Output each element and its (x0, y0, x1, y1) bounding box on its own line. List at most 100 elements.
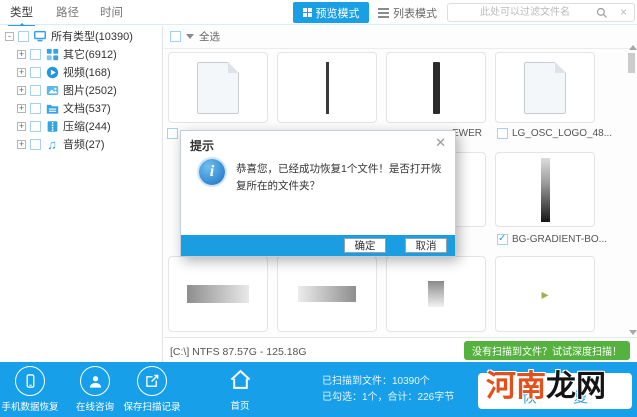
app-window: 类型 路径 时间 预览模式 列表模式 × - 所有类型(103 (0, 0, 637, 417)
checkbox[interactable] (30, 138, 41, 150)
selected-count: 已勾选：1个，合计：226字节 (322, 392, 455, 403)
sidebar-item-others[interactable]: + 其它(6912) (17, 46, 117, 62)
phone-recovery-button[interactable]: 手机数据恢复 (0, 366, 62, 413)
ok-button[interactable]: 确定 (344, 238, 386, 253)
scanned-count: 已扫描到文件：10390个 (322, 376, 430, 387)
phone-icon (15, 366, 45, 396)
sidebar-item-label: 压缩(244) (63, 121, 111, 133)
sidebar-item-images[interactable]: + 图片(2502) (17, 82, 117, 98)
gradient-thumbnail (298, 286, 356, 302)
tab-time[interactable]: 时间 (100, 4, 123, 20)
cancel-button[interactable]: 取消 (405, 238, 447, 253)
music-note-icon: ♫ (47, 136, 57, 152)
file-card[interactable] (386, 256, 486, 332)
sidebar-item-audio[interactable]: + ♫ 音频(27) (17, 136, 105, 152)
online-support-label: 在线咨询 (75, 402, 114, 413)
sidebar-item-video[interactable]: + 视频(168) (17, 64, 111, 80)
divider (164, 48, 637, 49)
checkbox[interactable] (30, 66, 41, 78)
gradient-thumbnail (187, 285, 249, 303)
folder-icon (45, 102, 59, 115)
scrollbar-thumb[interactable] (628, 53, 635, 73)
file-card[interactable] (277, 256, 377, 332)
file-card[interactable] (495, 52, 595, 123)
list-mode-label: 列表模式 (393, 8, 437, 20)
thin-line-thumbnail (325, 61, 329, 114)
tab-path[interactable]: 路径 (56, 4, 79, 20)
arrow-thumbnail: ▸ (541, 286, 549, 302)
info-icon: i (199, 159, 225, 185)
checkbox[interactable] (30, 84, 41, 96)
file-card[interactable] (386, 52, 486, 123)
file-card[interactable] (277, 52, 377, 123)
clear-search-icon[interactable]: × (620, 5, 627, 19)
top-toolbar: 类型 路径 时间 预览模式 列表模式 × (0, 0, 637, 27)
list-view-icon (378, 8, 389, 18)
collapse-toggle[interactable]: - (5, 31, 14, 41)
expand-toggle[interactable]: + (17, 67, 26, 77)
computer-icon (33, 30, 47, 43)
status-bar: [C:\] NTFS 87.57G - 125.18G 没有扫描到文件？试试深度… (164, 337, 637, 362)
home-button[interactable]: 首页 (222, 369, 258, 412)
file-checkbox[interactable] (167, 128, 178, 139)
deep-scan-button[interactable]: 没有扫描到文件？试试深度扫描！ (464, 341, 630, 360)
save-scan-button[interactable]: 保存扫描记录 (120, 366, 184, 413)
sidebar-item-label: 所有类型(10390) (51, 31, 133, 43)
list-mode-button[interactable]: 列表模式 (378, 5, 437, 21)
checkbox[interactable] (30, 120, 41, 132)
file-card[interactable]: ▸ (495, 256, 595, 332)
expand-toggle[interactable]: + (17, 49, 26, 59)
image-icon (45, 84, 59, 97)
document-thumbnail (197, 61, 239, 114)
chevron-down-icon[interactable] (186, 34, 194, 39)
tab-type[interactable]: 类型 (8, 4, 35, 27)
file-checkbox-checked[interactable] (497, 233, 508, 245)
home-icon (230, 369, 250, 389)
person-icon (80, 366, 110, 396)
online-support-button[interactable]: 在线咨询 (63, 366, 127, 413)
checkbox[interactable] (18, 30, 29, 42)
document-thumbnail (524, 61, 566, 114)
sidebar-item-documents[interactable]: + 文档(537) (17, 100, 111, 116)
preview-mode-button[interactable]: 预览模式 (293, 2, 369, 23)
expand-toggle[interactable]: + (17, 85, 26, 95)
scrollbar-up-arrow[interactable] (629, 45, 637, 50)
watermark-text: 河南 (486, 370, 546, 403)
checkbox[interactable] (30, 102, 41, 114)
search-icon[interactable] (596, 7, 608, 19)
file-card[interactable] (495, 152, 595, 227)
search-input[interactable] (450, 4, 600, 21)
expand-toggle[interactable]: + (17, 121, 26, 131)
recovery-result-dialog: 提示 ✕ i 恭喜您，已经成功恢复1个文件！是否打开恢复所在的文件夹？ 确定 取… (180, 130, 456, 257)
dialog-button-bar: 确定 取消 (181, 235, 455, 256)
file-card[interactable] (168, 256, 268, 332)
sidebar-item-archives[interactable]: + 压缩(244) (17, 118, 111, 134)
checkbox[interactable] (30, 48, 41, 60)
file-name: EWER... (452, 128, 483, 139)
file-card[interactable] (168, 52, 268, 123)
archive-icon (45, 120, 59, 133)
apps-icon (45, 48, 59, 61)
select-all-checkbox[interactable] (170, 31, 181, 42)
grid-view-icon (302, 8, 312, 17)
phone-recovery-label: 手机数据恢复 (1, 402, 59, 413)
video-icon (45, 66, 59, 79)
file-checkbox[interactable] (497, 128, 508, 139)
gradient-thumbnail (540, 157, 550, 222)
sidebar-item-label: 图片(2502) (63, 85, 117, 97)
expand-toggle[interactable]: + (17, 103, 26, 113)
preview-mode-label: 预览模式 (315, 7, 360, 20)
expand-toggle[interactable]: + (17, 139, 26, 149)
sidebar-item-label: 视频(168) (63, 67, 111, 79)
sidebar-item-all-types[interactable]: - 所有类型(10390) (5, 28, 133, 44)
select-all-row: 全选 (170, 30, 220, 43)
close-icon[interactable]: ✕ (435, 135, 446, 151)
save-scan-label: 保存扫描记录 (123, 402, 181, 413)
volume-info: [C:\] NTFS 87.57G - 125.18G (170, 346, 307, 358)
sidebar-item-label: 文档(537) (63, 103, 111, 115)
export-icon (137, 366, 167, 396)
scan-stats: 已扫描到文件：10390个 已勾选：1个，合计：226字节 (322, 374, 454, 406)
watermark-text: 龙网 (546, 370, 606, 403)
file-type-tree: - 所有类型(10390) + 其它(6912) + 视频(168) + 图片(… (0, 26, 163, 362)
scrollbar-down-arrow[interactable] (629, 330, 637, 335)
